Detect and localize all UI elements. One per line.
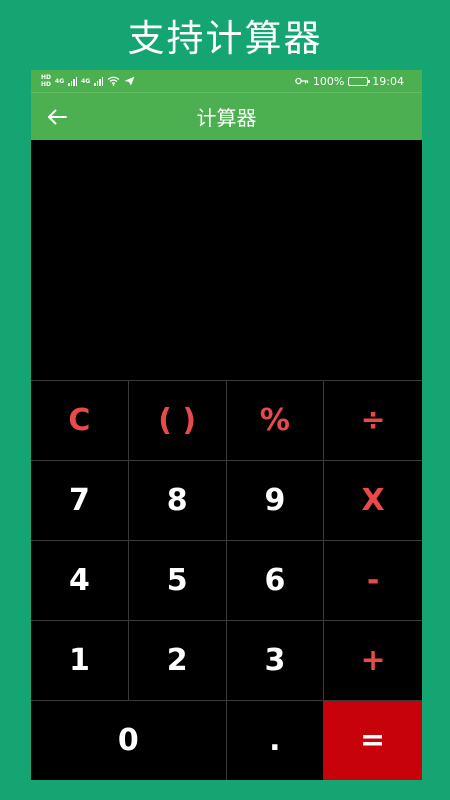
app-title: 计算器 [196,106,257,130]
send-icon [124,76,135,86]
signal-1-icon [68,76,78,86]
hd-indicator: HD HD [41,74,51,88]
digit-4-button[interactable]: 4 [31,541,129,621]
digit-8-button[interactable]: 8 [128,461,227,541]
clock-time: 19:04 [372,74,404,88]
phone-screen: HD HD 4G 4G 100% 19:04 计算器 C () % ÷ 7 8… [31,70,422,780]
plus-button[interactable]: + [324,621,422,701]
network-type-1: 4G [55,77,65,85]
key-icon [295,77,308,85]
status-left: HD HD 4G 4G [41,74,135,88]
calculator-display [31,140,422,380]
arrow-left-icon [48,109,67,125]
battery-percent: 100% [312,74,345,88]
parentheses-button[interactable]: ( ) [128,381,227,461]
divide-button[interactable]: ÷ [324,381,422,461]
signal-2-icon [94,76,104,86]
digit-7-button[interactable]: 7 [31,461,129,541]
digit-6-button[interactable]: 6 [226,541,325,621]
back-button[interactable] [45,105,69,129]
multiply-button[interactable]: X [324,461,422,541]
network-type-2: 4G [81,77,91,85]
hd-label-2: HD [41,81,52,88]
battery-icon [348,76,371,86]
hd-label-1: HD [41,74,52,81]
digit-2-button[interactable]: 2 [128,621,227,701]
keypad: C ( ) % ÷ 7 8 9 X 4 5 6 - 1 2 3 + 0 . = [31,380,422,780]
digit-0-button[interactable]: 0 [31,701,227,780]
digit-1-button[interactable]: 1 [31,621,129,701]
wifi-icon [107,76,120,86]
clear-button[interactable]: C [31,381,129,461]
percent-button[interactable]: % [226,381,325,461]
status-right: 100% 19:04 [295,75,404,88]
promo-banner-title: 支持计算器 [127,17,323,60]
digit-3-button[interactable]: 3 [226,621,325,701]
equals-button[interactable]: = [324,701,422,780]
minus-button[interactable]: - [324,541,422,621]
status-bar: HD HD 4G 4G 100% 19:04 [31,70,422,92]
digit-9-button[interactable]: 9 [226,461,325,541]
digit-5-button[interactable]: 5 [128,541,227,621]
decimal-point-button[interactable]: . [227,701,325,780]
app-bar: 计算器 [31,92,422,140]
